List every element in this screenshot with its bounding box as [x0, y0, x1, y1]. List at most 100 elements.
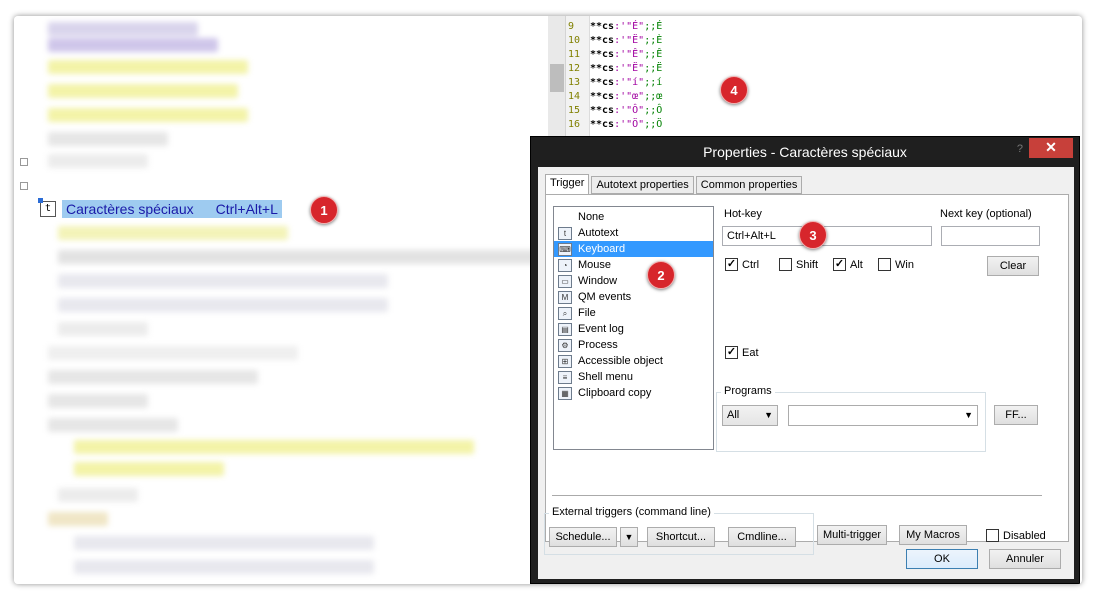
trigger-item-window[interactable]: ▭ Window — [554, 273, 713, 289]
trigger-item-mouse[interactable]: ◔ Mouse — [554, 257, 713, 273]
checkbox-box — [779, 258, 792, 271]
my-macros-button[interactable]: My Macros — [899, 525, 967, 545]
cancel-button[interactable]: Annuler — [989, 549, 1061, 569]
trigger-item-keyboard[interactable]: ⌨ Keyboard — [554, 241, 713, 257]
code-string: :'"í" — [614, 77, 645, 88]
hotkey-field[interactable]: Ctrl+Alt+L — [722, 226, 932, 246]
tab-strip: Trigger Autotext properties Common prope… — [545, 174, 804, 194]
code-string: :'"œ" — [614, 91, 645, 102]
code-lines: 9 **cs :'"É" ;;É 10 **cs :'"Ë" ;;È 11 **cs :'… — [568, 20, 662, 132]
mouse-icon: ◔ — [558, 258, 572, 272]
trigger-item-label: Window — [578, 275, 618, 287]
code-string: :'"Ö" — [614, 119, 645, 130]
checkbox-box: ✓ — [833, 258, 846, 271]
qm-events-icon: M — [558, 290, 572, 304]
editor-scrollbar[interactable] — [548, 16, 566, 146]
tab-trigger[interactable]: Trigger — [545, 174, 590, 194]
code-line: 9 **cs :'"É" ;;É — [568, 20, 662, 34]
trigger-item-process[interactable]: ⚙ Process — [554, 337, 713, 353]
app-window: t Caractères spéciaux Ctrl+Alt+L 9 **cs :… — [14, 16, 1082, 584]
win-checkbox[interactable]: Win — [878, 258, 914, 271]
macro-text-icon: t — [38, 198, 56, 217]
checkbox-label: Ctrl — [742, 258, 760, 271]
tree-expander[interactable] — [20, 158, 28, 166]
code-comment: ;;Ê — [644, 49, 663, 60]
checkbox-box — [986, 529, 999, 542]
code-string: :'"Ê" — [614, 49, 645, 60]
trigger-type-list[interactable]: None t Autotext ⌨ Keyboard ◔ Mouse ▭ Window M QM e… — [553, 206, 714, 450]
trigger-item-file[interactable]: ⌕ File — [554, 305, 713, 321]
code-string: :'"Ë" — [614, 35, 645, 46]
checkbox-label: Alt — [850, 258, 863, 271]
select-value: All — [727, 409, 740, 421]
keyboard-icon: ⌨ — [558, 242, 572, 256]
process-icon: ⚙ — [558, 338, 572, 352]
annotation-marker-1: 1 — [310, 196, 338, 224]
trigger-item-none[interactable]: None — [554, 209, 713, 225]
trigger-item-qm-events[interactable]: M QM events — [554, 289, 713, 305]
programs-select[interactable]: ▼ — [788, 405, 978, 426]
shell-menu-icon: ≡ — [558, 370, 572, 384]
trigger-item-label: Shell menu — [578, 371, 634, 383]
line-number: 14 — [568, 91, 581, 102]
shortcut-button[interactable]: Shortcut... — [647, 527, 715, 547]
scrollbar-thumb[interactable] — [550, 64, 564, 92]
trigger-item-clipboard-copy[interactable]: ▦ Clipboard copy — [554, 385, 713, 401]
none-icon — [558, 211, 572, 224]
tree-expander[interactable] — [20, 182, 28, 190]
event-log-icon: ▤ — [558, 322, 572, 336]
code-comment: ;;È — [644, 35, 663, 46]
trigger-item-event-log[interactable]: ▤ Event log — [554, 321, 713, 337]
schedule-dropdown-button[interactable]: ▼ — [620, 527, 638, 547]
code-line: 11 **cs :'"Ê" ;;Ê — [568, 48, 662, 62]
code-editor[interactable]: 9 **cs :'"É" ;;É 10 **cs :'"Ë" ;;È 11 **cs :'… — [548, 16, 1082, 146]
annotation-marker-3: 3 — [799, 221, 827, 249]
shift-checkbox[interactable]: Shift — [779, 258, 818, 271]
code-command: **cs — [590, 35, 615, 46]
checkbox-label: Eat — [742, 346, 759, 359]
code-string: :'"É" — [614, 21, 645, 32]
code-line: 10 **cs :'"Ë" ;;È — [568, 34, 662, 48]
next-key-label: Next key (optional) — [940, 208, 1032, 220]
trigger-item-label: Accessible object — [578, 355, 663, 367]
tab-common-properties[interactable]: Common properties — [695, 176, 803, 194]
ctrl-checkbox[interactable]: ✓ Ctrl — [725, 258, 759, 271]
disabled-checkbox[interactable]: Disabled — [986, 529, 1046, 542]
clear-button[interactable]: Clear — [987, 256, 1039, 276]
accessible-object-icon: ⊞ — [558, 354, 572, 368]
multi-trigger-button[interactable]: Multi-trigger — [817, 525, 887, 545]
ok-button[interactable]: OK — [906, 549, 978, 569]
line-number: 12 — [568, 63, 581, 74]
programs-label: Programs — [721, 385, 775, 397]
chevron-down-icon: ▼ — [964, 410, 973, 420]
trigger-item-shell-menu[interactable]: ≡ Shell menu — [554, 369, 713, 385]
trigger-item-accessible-object[interactable]: ⊞ Accessible object — [554, 353, 713, 369]
close-button[interactable]: ✕ — [1029, 138, 1073, 158]
trigger-item-label: Event log — [578, 323, 624, 335]
code-comment: ;;Ë — [644, 63, 663, 74]
code-comment: ;;œ — [644, 91, 663, 102]
trigger-item-label: File — [578, 307, 596, 319]
line-number: 11 — [568, 49, 581, 60]
line-number: 16 — [568, 119, 581, 130]
checkbox-box — [878, 258, 891, 271]
autotext-icon: t — [558, 226, 572, 240]
help-icon[interactable]: ? — [1017, 143, 1023, 155]
next-key-field[interactable] — [941, 226, 1040, 246]
cmdline-button[interactable]: Cmdline... — [728, 527, 796, 547]
checkbox-label: Shift — [796, 258, 819, 271]
macro-item-label: Caractères spéciaux Ctrl+Alt+L — [62, 200, 282, 218]
selected-macro-item[interactable]: t Caractères spéciaux Ctrl+Alt+L — [38, 198, 282, 220]
trigger-item-autotext[interactable]: t Autotext — [554, 225, 713, 241]
schedule-button[interactable]: Schedule... — [549, 527, 617, 547]
eat-checkbox[interactable]: ✓ Eat — [725, 346, 759, 359]
code-line: 15 **cs :'"Ô" ;;Ô — [568, 104, 662, 118]
dialog-title: Properties - Caractères spéciaux — [703, 144, 907, 160]
trigger-item-label: Process — [578, 339, 618, 351]
ff-button[interactable]: FF... — [994, 405, 1038, 425]
tab-autotext-properties[interactable]: Autotext properties — [591, 176, 694, 194]
programs-scope-select[interactable]: All ▼ — [722, 405, 778, 426]
alt-checkbox[interactable]: ✓ Alt — [833, 258, 863, 271]
trigger-item-label: QM events — [578, 291, 632, 303]
code-string: :'"Ë" — [614, 63, 645, 74]
